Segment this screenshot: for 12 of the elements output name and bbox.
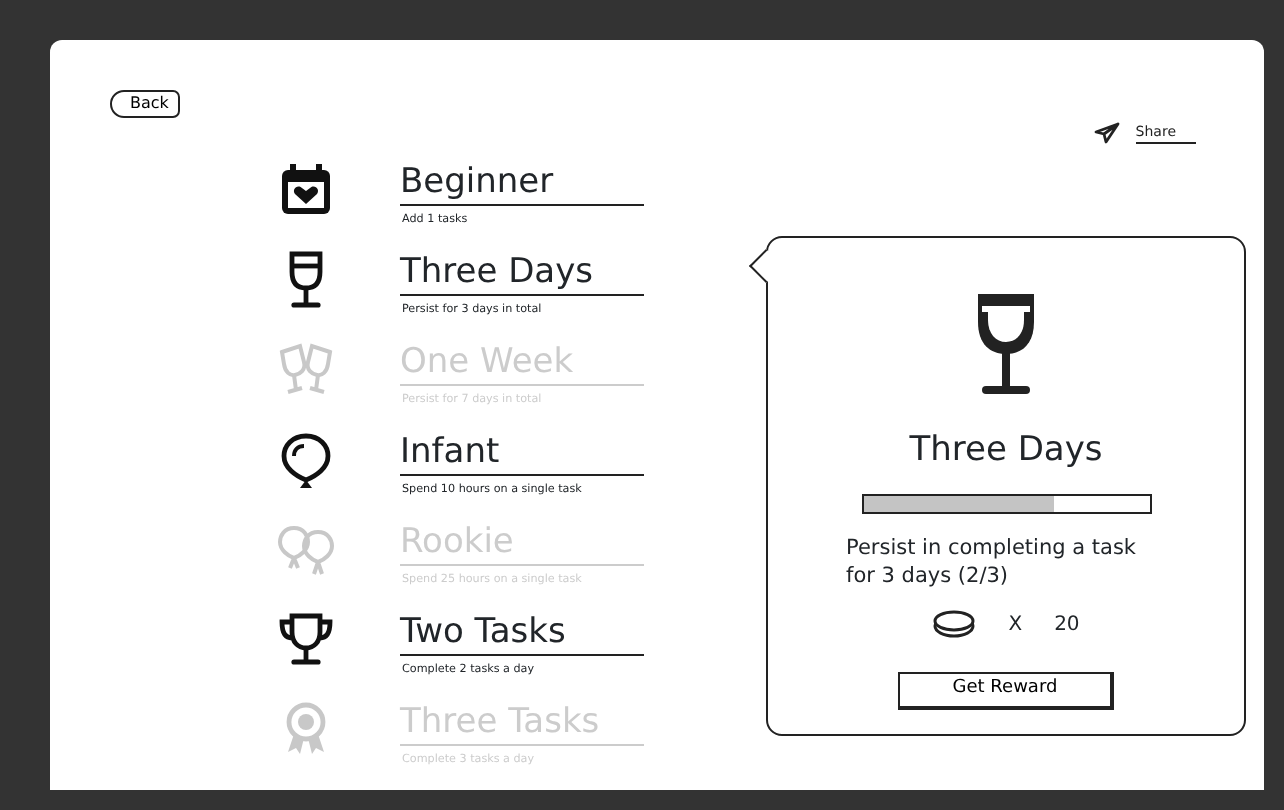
coin-icon xyxy=(932,610,977,638)
back-button[interactable]: Back xyxy=(110,90,181,118)
reward-amount: 20 xyxy=(1054,611,1080,639)
achievement-name[interactable]: Three Days xyxy=(400,250,644,296)
achievement-name[interactable]: Infant xyxy=(400,430,644,476)
paper-plane-icon xyxy=(1093,122,1120,144)
get-reward-button[interactable]: Get Reward xyxy=(898,671,1114,709)
achievement-name[interactable]: Two Tasks xyxy=(400,610,644,656)
achievement-name[interactable]: Beginner xyxy=(400,160,644,206)
achievement-title: Three Days xyxy=(909,428,1103,474)
multiplier-sign: X xyxy=(1008,611,1023,639)
achievement-description: Persist in completing a task for 3 days (2/3) xyxy=(846,533,1138,589)
